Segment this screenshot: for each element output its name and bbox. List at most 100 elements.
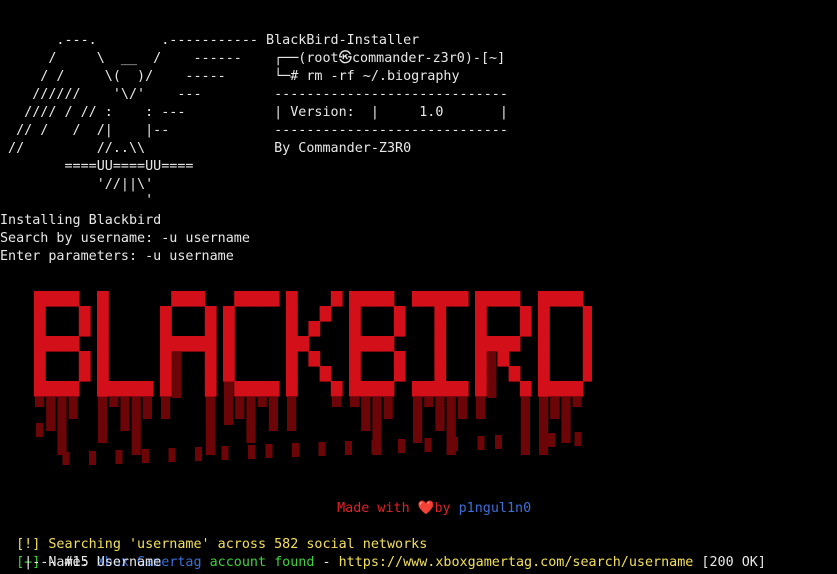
logo-pixel xyxy=(538,321,550,337)
logo-drip-speckle xyxy=(142,449,149,463)
logo-pixel xyxy=(234,381,246,397)
logo-pixel xyxy=(97,351,109,367)
logo-pixel xyxy=(475,366,487,382)
logo-pixel xyxy=(497,351,510,367)
logo-drip xyxy=(561,397,571,443)
logo-drip-speckle xyxy=(451,437,458,451)
search-status-line: [!] Searching 'username' across 582 soci… xyxy=(0,518,427,552)
logo-pixel xyxy=(445,291,458,307)
logo-drip xyxy=(413,397,423,443)
logo-drip xyxy=(476,397,486,419)
logo-drip xyxy=(246,397,256,443)
logo-pixel xyxy=(349,291,361,307)
params-usage-line: Enter parameters: -u username xyxy=(0,249,234,264)
logo-pixel xyxy=(67,381,80,397)
logo-pixel xyxy=(97,336,109,352)
logo-pixel xyxy=(182,291,195,307)
logo-pixel xyxy=(412,291,424,307)
logo-pixel xyxy=(78,351,91,367)
logo-pixel xyxy=(67,336,80,352)
logo-drip-speckle xyxy=(345,441,352,455)
logo-pixel xyxy=(34,306,46,322)
logo-pixel xyxy=(360,291,372,307)
logo-pixel xyxy=(434,381,447,397)
logo-drip xyxy=(120,397,130,431)
logo-pixel xyxy=(204,366,217,382)
logo-pixel xyxy=(78,366,91,382)
logo-pixel xyxy=(34,381,46,397)
logo-pixel xyxy=(423,381,435,397)
logo-pixel xyxy=(349,366,361,382)
logo-pixel xyxy=(393,321,406,337)
search-usage-line: Search by username: -u username xyxy=(0,231,250,246)
logo-drip-speckle xyxy=(89,451,96,465)
logo-pixel xyxy=(349,381,361,397)
logo-pixel xyxy=(245,381,258,397)
logo-drip xyxy=(46,397,56,431)
logo-pixel xyxy=(34,336,46,352)
logo-drip xyxy=(539,397,549,455)
logo-pixel xyxy=(78,321,91,337)
logo-pixel xyxy=(78,306,91,322)
logo-pixel xyxy=(56,381,69,397)
logo-drip-speckle xyxy=(195,447,202,461)
logo-drip-speckle xyxy=(292,443,299,457)
ascii-line-1: .---. .----------- BlackBird-Installer xyxy=(0,33,420,48)
logo-pixel xyxy=(204,306,217,322)
logo-pixel xyxy=(508,291,521,307)
logo-pixel xyxy=(330,291,343,307)
logo-pixel xyxy=(456,291,469,307)
logo-pixel xyxy=(412,381,424,397)
logo-pixel xyxy=(286,321,298,337)
result-status: [200 OK] xyxy=(693,555,766,570)
logo-drip-speckle xyxy=(168,448,176,462)
logo-pixel xyxy=(571,381,584,397)
logo-pixel xyxy=(371,291,384,307)
logo-pixel xyxy=(245,291,258,307)
logo-pixel xyxy=(119,381,132,397)
logo-pixel xyxy=(204,321,217,337)
logo-pixel xyxy=(349,336,361,352)
blackbird-logo xyxy=(34,291,592,465)
ascii-line-7: // //..\\ By Commander-Z3R0 xyxy=(0,141,412,156)
logo-pixel xyxy=(160,336,172,352)
logo-pixel xyxy=(171,291,183,307)
logo-pixel xyxy=(34,321,46,337)
logo-pixel xyxy=(223,366,235,382)
logo-pixel xyxy=(34,351,46,367)
logo-pixel xyxy=(475,336,487,352)
logo-pixel xyxy=(160,381,172,397)
ascii-line-8: ====UU====UU==== xyxy=(0,159,194,174)
logo-pixel xyxy=(141,381,154,397)
logo-drip-speckle xyxy=(221,446,229,460)
logo-pixel xyxy=(204,336,217,352)
logo-pixel xyxy=(223,336,235,352)
logo-drip xyxy=(161,397,171,419)
logo-pixel xyxy=(393,306,406,322)
made-with-line: Made with ❤️by p1ngul1n0 xyxy=(321,482,531,518)
logo-pixel xyxy=(160,321,172,337)
logo-drip xyxy=(142,397,152,419)
logo-pixel xyxy=(538,351,550,367)
logo-pixel xyxy=(56,336,69,352)
logo-pixel xyxy=(223,351,235,367)
logo-pixel xyxy=(223,321,235,337)
logo-drip xyxy=(205,397,215,455)
logo-pixel xyxy=(349,306,361,322)
logo-drip-speckle xyxy=(495,435,502,449)
logo-drip-speckle xyxy=(574,432,582,446)
logo-pixel xyxy=(456,381,469,397)
logo-pixel xyxy=(434,336,447,352)
logo-pixel xyxy=(519,381,532,397)
logo-pixel xyxy=(519,321,532,337)
logo-pixel xyxy=(549,291,561,307)
logo-pixel xyxy=(582,366,592,382)
logo-drip xyxy=(235,397,245,419)
logo-drip xyxy=(35,397,45,407)
result-url-link[interactable]: https://www.xboxgamertag.com/search/user… xyxy=(339,555,694,570)
logo-pixel xyxy=(67,291,80,307)
logo-pixel xyxy=(204,381,217,397)
logo-pixel xyxy=(475,381,487,397)
logo-pixel xyxy=(160,306,172,322)
ascii-line-3: / / \( )/ ----- └─# rm -rf ~/.biography xyxy=(0,69,460,84)
